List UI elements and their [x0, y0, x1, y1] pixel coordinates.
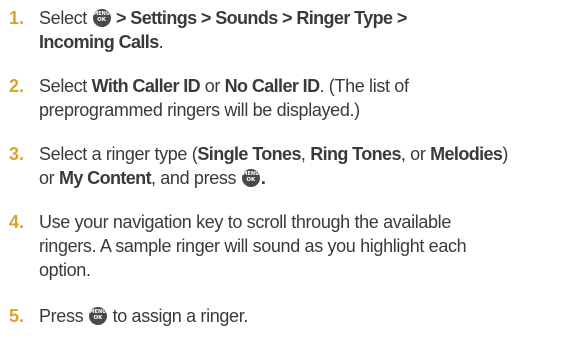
- menu-path: Incoming Calls: [39, 32, 159, 52]
- option-name: No Caller ID: [224, 76, 320, 96]
- step-number: 3.: [9, 144, 25, 164]
- step-line: Select With Caller ID or No Caller ID. (…: [39, 74, 575, 98]
- option-name: Melodies: [430, 144, 503, 164]
- step-text-fragment: or: [200, 76, 225, 96]
- option-name: My Content: [58, 168, 152, 188]
- step-text-fragment: ,: [300, 144, 311, 164]
- step-line: ringers. A sample ringer will sound as y…: [39, 236, 467, 256]
- step-line: Select a ringer type (Single Tones, Ring…: [39, 142, 575, 166]
- step-text: Press MENU OK to assign a ringer.: [39, 304, 575, 328]
- step-number: 1.: [9, 8, 25, 28]
- step-text: Use your navigation key to scroll throug…: [39, 210, 575, 282]
- step-text-fragment: to assign a ringer.: [107, 306, 249, 326]
- step-text-fragment: or: [39, 168, 59, 188]
- step-text-fragment: Select: [39, 8, 92, 28]
- step-line: Use your navigation key to scroll throug…: [39, 212, 451, 232]
- step-line: option.: [39, 260, 91, 280]
- step-text-fragment: .: [260, 168, 266, 188]
- menu-ok-key-icon: MENU OK: [92, 9, 111, 27]
- step-line: Select MENU OK > Settings > Sounds > Ring…: [39, 6, 575, 30]
- menu-path: > Settings > Sounds > Ringer Type >: [111, 8, 407, 28]
- option-name: Ring Tones: [310, 144, 401, 164]
- step-text-fragment: Select a ringer type (: [39, 144, 198, 164]
- step-line: Press MENU OK to assign a ringer.: [39, 304, 575, 328]
- step-text-fragment: .: [158, 32, 164, 52]
- step-line: preprogrammed ringers will be displayed.…: [39, 100, 360, 120]
- step-text: Select a ringer type (Single Tones, Ring…: [39, 142, 575, 190]
- option-name: Single Tones: [197, 144, 301, 164]
- menu-ok-key-icon: MENU OK: [88, 307, 107, 325]
- step-text: Select MENU OK > Settings > Sounds > Ring…: [39, 6, 575, 54]
- step-number: 4.: [9, 212, 25, 232]
- step-number: 5.: [9, 306, 25, 326]
- step-line: Incoming Calls.: [39, 30, 575, 54]
- step-number: 2.: [9, 76, 25, 96]
- step-text-fragment: Press: [39, 306, 88, 326]
- step-text-fragment: Select: [39, 76, 92, 96]
- step-text-fragment: , or: [400, 144, 431, 164]
- menu-ok-key-icon: MENU OK: [241, 169, 260, 187]
- step-text: Select With Caller ID or No Caller ID. (…: [39, 74, 575, 122]
- step-text-fragment: , and press: [150, 168, 241, 188]
- step-text-fragment: ): [502, 144, 508, 164]
- step-text-fragment: . (The list of: [319, 76, 409, 96]
- option-name: With Caller ID: [91, 76, 201, 96]
- step-line: or My Content, and press MENU OK.: [39, 166, 575, 190]
